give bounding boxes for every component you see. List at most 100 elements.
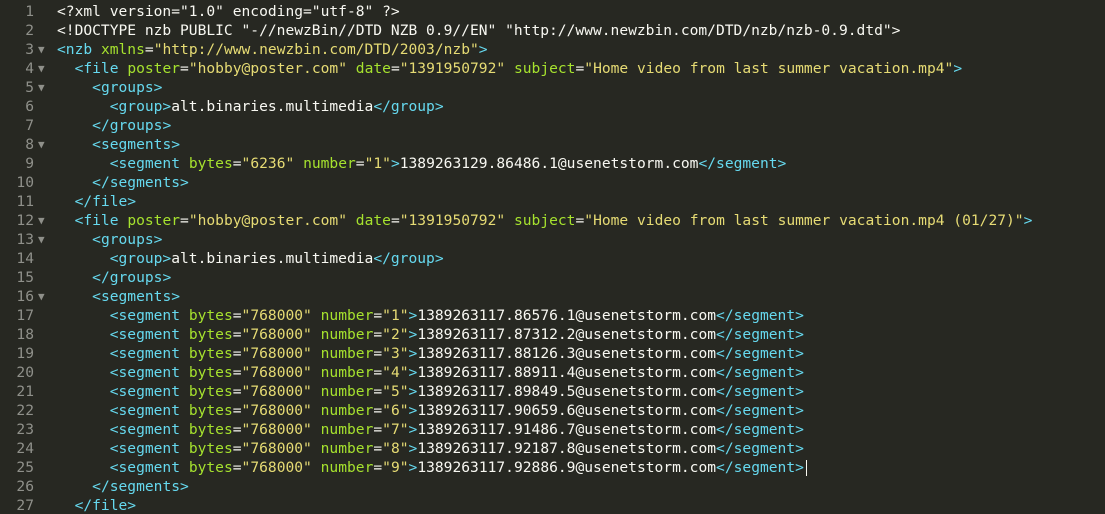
- code-line[interactable]: 25 <segment bytes="768000" number="9">13…: [0, 458, 1105, 477]
- code-content: <segment bytes="768000" number="7">13892…: [57, 420, 804, 439]
- code-token: bytes: [188, 459, 233, 476]
- code-editor[interactable]: 1 <?xml version="1.0" encoding="utf-8" ?>…: [0, 0, 1105, 514]
- fold-arrow-icon[interactable]: ▼: [38, 230, 52, 249]
- code-line[interactable]: 16 ▼ <segments>: [0, 287, 1105, 306]
- code-line[interactable]: 11 </file>: [0, 192, 1105, 211]
- code-content: <file poster="hobby@poster.com" date="13…: [57, 211, 1033, 230]
- code-token: =: [355, 155, 365, 172]
- code-token: 1389263129.86486.1@usenetstorm.com: [399, 155, 699, 172]
- code-token: "1391950792": [399, 212, 506, 229]
- code-token: >: [408, 326, 418, 343]
- code-line[interactable]: 20 <segment bytes="768000" number="4">13…: [0, 363, 1105, 382]
- code-line[interactable]: 23 <segment bytes="768000" number="7">13…: [0, 420, 1105, 439]
- code-token: 1389263117.89849.5@usenetstorm.com: [417, 383, 717, 400]
- fold-arrow-icon[interactable]: ▼: [38, 59, 52, 78]
- code-token: =: [232, 345, 242, 362]
- code-line[interactable]: 1 <?xml version="1.0" encoding="utf-8" ?>: [0, 2, 1105, 21]
- code-content: <groups>: [57, 78, 162, 97]
- fold-arrow-icon[interactable]: ▼: [38, 287, 52, 306]
- code-line[interactable]: 17 <segment bytes="768000" number="1">13…: [0, 306, 1105, 325]
- code-line[interactable]: 3 ▼ <nzb xmlns="http://www.newzbin.com/DTD…: [0, 40, 1105, 59]
- code-token: </segment>: [716, 421, 804, 438]
- code-token: bytes: [188, 307, 233, 324]
- code-token: number: [320, 364, 374, 381]
- code-line[interactable]: 22 <segment bytes="768000" number="6">13…: [0, 401, 1105, 420]
- code-token: poster: [127, 212, 181, 229]
- line-number: 11: [16, 193, 34, 210]
- code-token: =: [575, 60, 585, 77]
- code-token: subject: [513, 60, 576, 77]
- fold-arrow-icon[interactable]: ▼: [38, 40, 52, 59]
- code-token: =: [232, 364, 242, 381]
- code-token: "9": [382, 459, 409, 476]
- code-token: =: [232, 402, 242, 419]
- code-line[interactable]: 4 ▼ <file poster="hobby@poster.com" date=…: [0, 59, 1105, 78]
- code-line[interactable]: 26 </segments>: [0, 477, 1105, 496]
- code-content: </segments>: [57, 477, 189, 496]
- code-token: </segment>: [716, 459, 804, 476]
- code-token: <groups>: [92, 79, 163, 96]
- code-line[interactable]: 27 </file>: [0, 496, 1105, 514]
- code-line[interactable]: 24 <segment bytes="768000" number="8">13…: [0, 439, 1105, 458]
- code-line[interactable]: 18 <segment bytes="768000" number="2">13…: [0, 325, 1105, 344]
- code-token: date: [355, 212, 391, 229]
- code-line[interactable]: 15 </groups>: [0, 268, 1105, 287]
- line-number: 22: [16, 402, 34, 419]
- code-content: <segment bytes="768000" number="1">13892…: [57, 306, 804, 325]
- code-line[interactable]: 7 </groups>: [0, 116, 1105, 135]
- code-content: <?xml version="1.0" encoding="utf-8" ?>: [57, 2, 400, 21]
- code-content: </segments>: [57, 173, 189, 192]
- code-line[interactable]: 8 ▼ <segments>: [0, 135, 1105, 154]
- code-content: </groups>: [57, 268, 171, 287]
- code-content: <segment bytes="6236" number="1">1389263…: [57, 154, 787, 173]
- code-line[interactable]: 21 <segment bytes="768000" number="5">13…: [0, 382, 1105, 401]
- line-number: 24: [16, 440, 34, 457]
- line-number: 2: [25, 22, 34, 39]
- code-token: bytes: [188, 440, 233, 457]
- code-token: number: [320, 459, 374, 476]
- code-token: number: [320, 307, 374, 324]
- code-line[interactable]: 14 <group>alt.binaries.multimedia</group…: [0, 249, 1105, 268]
- fold-arrow-icon[interactable]: ▼: [38, 211, 52, 230]
- fold-arrow-icon[interactable]: ▼: [38, 135, 52, 154]
- code-token: "7": [382, 421, 409, 438]
- code-content: <groups>: [57, 230, 162, 249]
- code-token: <file: [74, 60, 119, 77]
- code-token: "768000": [241, 383, 312, 400]
- code-token: =: [373, 345, 383, 362]
- code-token: >: [408, 459, 418, 476]
- code-content: </file>: [57, 496, 137, 514]
- code-content: <group>alt.binaries.multimedia</group>: [57, 249, 444, 268]
- code-token: 1389263117.88911.4@usenetstorm.com: [417, 364, 717, 381]
- code-line[interactable]: 12 ▼ <file poster="hobby@poster.com" date…: [0, 211, 1105, 230]
- line-number: 7: [25, 117, 34, 134]
- line-number: 21: [16, 383, 34, 400]
- code-line[interactable]: 9 <segment bytes="6236" number="1">13892…: [0, 154, 1105, 173]
- code-line[interactable]: 10 </segments>: [0, 173, 1105, 192]
- code-line[interactable]: 13 ▼ <groups>: [0, 230, 1105, 249]
- code-line[interactable]: 5 ▼ <groups>: [0, 78, 1105, 97]
- fold-arrow-icon[interactable]: ▼: [38, 78, 52, 97]
- code-token: </file>: [74, 193, 137, 210]
- code-token: "6": [382, 402, 409, 419]
- code-token: =: [232, 307, 242, 324]
- code-content: <file poster="hobby@poster.com" date="13…: [57, 59, 963, 78]
- code-token: "3": [382, 345, 409, 362]
- code-token: =: [180, 60, 189, 77]
- code-token: <file: [74, 212, 119, 229]
- code-token: <group>: [109, 98, 172, 115]
- code-line[interactable]: 2 <!DOCTYPE nzb PUBLIC "-//newzBin//DTD N…: [0, 21, 1105, 40]
- code-token: >: [408, 440, 418, 457]
- code-line[interactable]: 19 <segment bytes="768000" number="3">13…: [0, 344, 1105, 363]
- code-line[interactable]: 6 <group>alt.binaries.multimedia</group>: [0, 97, 1105, 116]
- line-number: 3: [25, 41, 34, 58]
- code-token: number: [320, 326, 374, 343]
- code-token: poster: [127, 60, 181, 77]
